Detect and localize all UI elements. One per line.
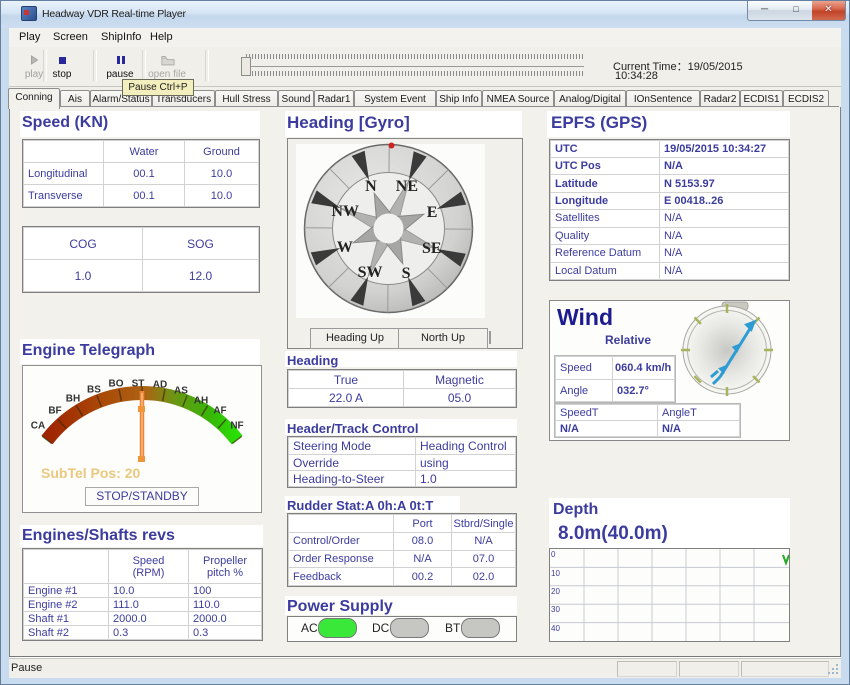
svg-text:N: N [365, 178, 377, 195]
svg-text:BF: BF [48, 406, 61, 417]
svg-text:W: W [337, 239, 353, 256]
svg-text:NF: NF [230, 421, 243, 432]
svg-text:S: S [402, 265, 411, 282]
svg-text:SW: SW [358, 264, 383, 281]
svg-text:AS: AS [174, 386, 188, 397]
svg-text:BO: BO [109, 379, 124, 390]
svg-text:0: 0 [551, 550, 556, 559]
svg-text:AD: AD [153, 380, 167, 391]
svg-text:BH: BH [66, 394, 80, 405]
svg-text:ST: ST [132, 379, 145, 390]
svg-text:SubTel Pos: 20: SubTel Pos: 20 [41, 465, 141, 481]
svg-text:SE: SE [422, 240, 442, 257]
svg-text:AF: AF [213, 406, 226, 417]
svg-text:BS: BS [87, 385, 101, 396]
svg-text:40: 40 [551, 624, 560, 633]
svg-text:E: E [427, 204, 438, 221]
svg-text:NW: NW [331, 203, 359, 220]
svg-text:10: 10 [551, 569, 560, 578]
svg-text:NE: NE [396, 178, 418, 195]
svg-text:30: 30 [551, 605, 560, 614]
svg-text:AH: AH [194, 396, 208, 407]
svg-text:CA: CA [31, 421, 45, 432]
svg-text:20: 20 [551, 587, 560, 596]
